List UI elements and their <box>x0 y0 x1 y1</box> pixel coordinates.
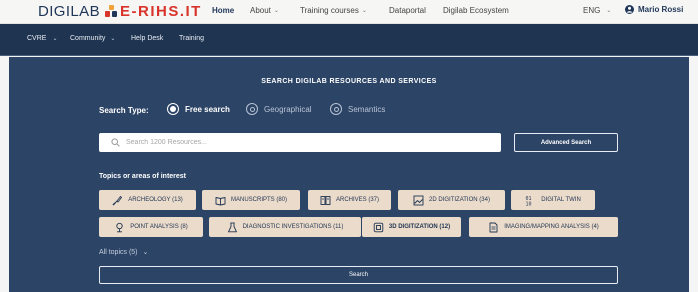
topic-chip-label: IMAGING/MAPPING ANALYSIS (4) <box>504 224 599 230</box>
search-icon <box>111 138 120 147</box>
topic-chip-digital-twin[interactable]: 01 10 DIGITAL TWIN <box>511 190 595 210</box>
user-name: Mario Rossi <box>638 5 684 14</box>
image-icon <box>413 195 424 205</box>
all-topics-label: All topics (5) <box>99 248 138 256</box>
radio-selected-icon <box>167 103 179 115</box>
radio-unselected-icon <box>246 103 258 115</box>
location-pin-icon <box>116 222 123 232</box>
topic-chip-label: ARCHIVES (37) <box>335 197 379 203</box>
binary-icon: 01 10 <box>526 196 532 206</box>
search-input[interactable] <box>126 139 486 146</box>
scan-document-icon <box>489 222 498 232</box>
trowel-icon <box>112 195 123 205</box>
topic-chip-label: ARCHEOLOGY (13) <box>128 197 183 203</box>
language-selector[interactable]: ENG ⌄ <box>583 6 611 15</box>
topic-chip-label: 2D DIGITIZATION (34) <box>429 197 490 203</box>
radio-semantics[interactable]: Semantics <box>330 103 385 115</box>
radio-label: Geographical <box>264 104 312 114</box>
topics-title: Topics or areas of interest <box>99 173 187 180</box>
advanced-search-button[interactable]: Advanced Search <box>514 133 618 152</box>
secondary-navbar: CVRE ⌄ Community ⌄ Help Desk Training <box>0 24 698 56</box>
topic-chip-3d-digitization[interactable]: 3D DIGITIZATION (12) <box>362 217 461 237</box>
subnav-item-training[interactable]: Training <box>179 35 204 42</box>
radio-label: Free search <box>185 104 230 114</box>
subnav-item-label: Help Desk <box>131 35 164 42</box>
radio-label: Semantics <box>348 104 386 114</box>
nav-dataportal-label: Dataportal <box>389 6 426 15</box>
topic-chip-archeology[interactable]: ARCHEOLOGY (13) <box>99 190 196 210</box>
user-menu[interactable]: Mario Rossi <box>625 5 683 14</box>
archive-icon <box>320 195 331 205</box>
search-panel: SEARCH DIGILAB RESOURCES AND SERVICES Se… <box>9 57 689 292</box>
nav-training-courses[interactable]: Training courses ⌄ <box>300 6 367 15</box>
chevron-down-icon: ⌄ <box>52 36 58 42</box>
nav-home[interactable]: Home <box>212 6 234 15</box>
site-logo[interactable]: DIGILAB E-RIHS.IT <box>38 3 202 20</box>
subnav-item-cvre[interactable]: CVRE ⌄ <box>27 35 57 42</box>
all-topics-toggle[interactable]: All topics (5) ⌄ <box>99 248 149 257</box>
topic-chip-2d-digitization[interactable]: 2D DIGITIZATION (34) <box>398 190 505 210</box>
topic-chip-imaging-mapping-analysis[interactable]: IMAGING/MAPPING ANALYSIS (4) <box>469 217 618 237</box>
logo-mark-icon <box>105 4 118 19</box>
topic-chip-archives[interactable]: ARCHIVES (37) <box>308 190 391 210</box>
topic-chip-label: DIAGNOSTIC INVESTIGATIONS (11) <box>242 224 344 230</box>
chevron-down-icon: ⌄ <box>110 36 116 42</box>
radio-geographical[interactable]: Geographical <box>246 103 312 115</box>
topic-chip-manuscripts[interactable]: MANUSCRIPTS (80) <box>202 190 300 210</box>
book-icon <box>215 196 226 205</box>
svg-text:10: 10 <box>526 201 532 206</box>
language-label: ENG <box>583 6 601 15</box>
nav-digilab-ecosystem[interactable]: Digilab Ecosystem <box>443 6 509 15</box>
chevron-down-icon: ⌄ <box>273 8 279 14</box>
search-panel-title: SEARCH DIGILAB RESOURCES AND SERVICES <box>261 78 437 85</box>
topic-chip-label: 3D DIGITIZATION (12) <box>388 224 451 230</box>
radio-unselected-icon <box>330 103 342 115</box>
cube-icon <box>373 222 384 232</box>
subnav-item-community[interactable]: Community ⌄ <box>70 35 115 42</box>
logo-text-digilab: DIGILAB <box>38 3 100 20</box>
subnav-item-help-desk[interactable]: Help Desk <box>131 35 163 42</box>
subnav-item-label: Community <box>70 35 106 42</box>
top-navbar: DIGILAB E-RIHS.IT Home About ⌄ Training … <box>0 0 698 24</box>
topic-chip-label: POINT ANALYSIS (8) <box>130 224 188 230</box>
nav-home-label: Home <box>212 6 235 15</box>
nav-about[interactable]: About ⌄ <box>250 6 279 15</box>
flask-icon <box>227 222 237 232</box>
user-avatar-icon <box>625 5 634 14</box>
radio-free-search[interactable]: Free search <box>167 103 230 115</box>
search-input-container[interactable] <box>99 133 501 152</box>
nav-digilab-ecosystem-label: Digilab Ecosystem <box>443 6 509 15</box>
topic-chip-point-analysis[interactable]: POINT ANALYSIS (8) <box>99 217 203 237</box>
nav-about-label: About <box>250 6 271 15</box>
search-type-label: Search Type: <box>99 106 149 115</box>
subnav-item-label: Training <box>179 35 205 42</box>
nav-training-courses-label: Training courses <box>300 6 359 15</box>
chevron-down-icon: ⌄ <box>142 249 149 256</box>
chevron-down-icon: ⌄ <box>361 8 367 14</box>
chevron-down-icon: ⌄ <box>606 8 612 14</box>
topic-chip-diagnostic-investigations[interactable]: DIAGNOSTIC INVESTIGATIONS (11) <box>209 217 361 237</box>
subnav-item-label: CVRE <box>27 35 47 42</box>
topic-chip-label: MANUSCRIPTS (80) <box>230 197 287 203</box>
logo-text-erihs: E-RIHS.IT <box>120 3 202 20</box>
nav-dataportal[interactable]: Dataportal <box>389 6 426 15</box>
search-button[interactable]: Search <box>99 266 618 284</box>
topic-chip-label: DIGITAL TWIN <box>541 197 581 203</box>
